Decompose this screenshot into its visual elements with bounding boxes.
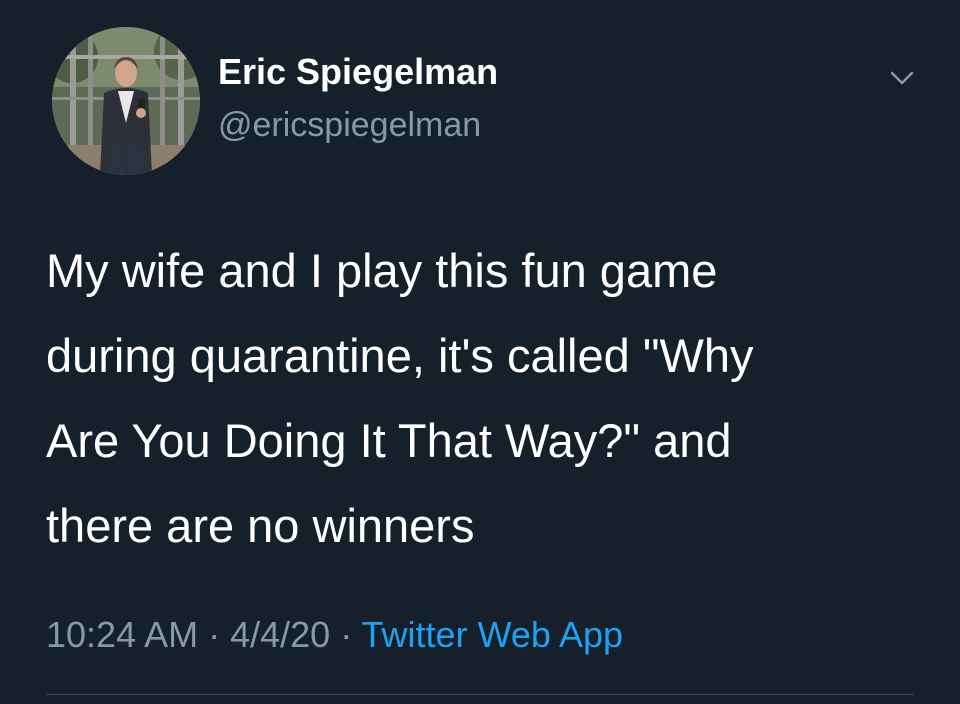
divider [46,694,914,695]
tweet-time[interactable]: 10:24 AM [46,614,198,655]
tweet-source-link[interactable]: Twitter Web App [362,614,623,655]
display-name[interactable]: Eric Spiegelman [218,50,498,94]
meta-separator: · [330,614,362,655]
profile-photo-icon [52,27,200,175]
tweet-text-line: during quarantine, it's called "Why [46,329,754,382]
avatar[interactable] [52,27,200,175]
tweet-meta: 10:24 AM · 4/4/20 · Twitter Web App [46,612,623,658]
tweet-text: My wife and I play this fun game during … [46,228,926,568]
tweet-date[interactable]: 4/4/20 [230,614,330,655]
meta-separator: · [198,614,231,655]
tweet-text-line: there are no winners [46,499,475,552]
chevron-down-icon[interactable] [882,58,922,98]
user-handle[interactable]: @ericspiegelman [218,104,481,146]
tweet: Eric Spiegelman @ericspiegelman My wife … [0,0,960,704]
tweet-text-line: Are You Doing It That Way?" and [46,414,732,467]
tweet-text-line: My wife and I play this fun game [46,244,718,297]
